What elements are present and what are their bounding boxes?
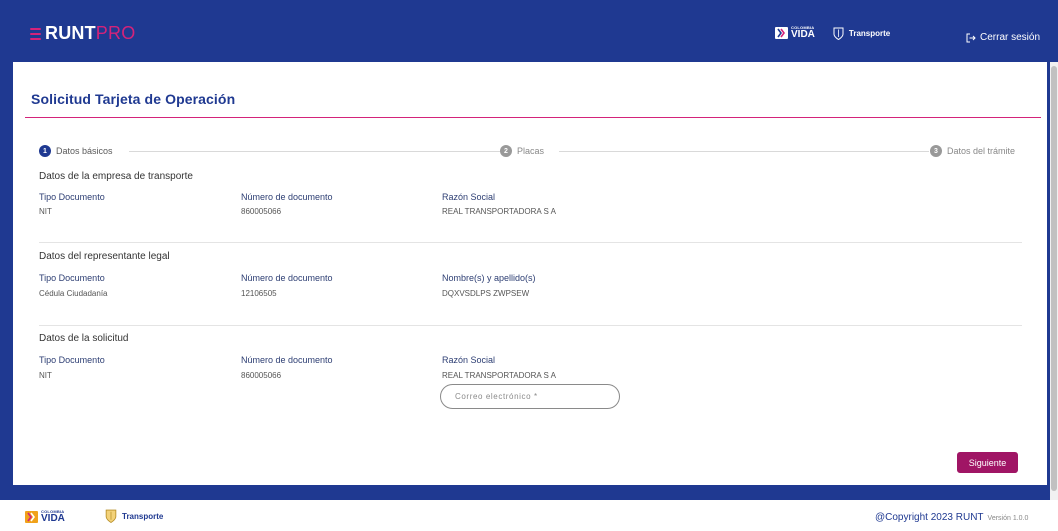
company-doc-number-label: Número de documento <box>241 192 333 202</box>
footer-ministry-logo: Transporte <box>105 509 163 523</box>
brand-accent: PRO <box>95 23 136 43</box>
req-doc-number-value: 860005066 <box>241 371 282 380</box>
section-title-request: Datos de la solicitud <box>39 333 129 344</box>
brand-name: RUNT <box>45 23 96 43</box>
coat-of-arms-icon <box>105 509 117 523</box>
req-doc-type-label: Tipo Documento <box>39 355 105 365</box>
step-number: 1 <box>39 145 51 157</box>
req-doc-number-label: Número de documento <box>241 355 333 365</box>
req-name-label: Razón Social <box>442 355 496 365</box>
section-title-company: Datos de la empresa de transporte <box>39 171 193 182</box>
top-navbar: RUNT PRO COLOMBIA VIDA Transporte Cerrar… <box>0 0 1058 62</box>
version-label: Versión 1.0.0 <box>987 515 1029 522</box>
vida-label: VIDA <box>41 513 65 524</box>
rep-doc-type-value: Cédula Ciudadanía <box>39 289 108 298</box>
logout-icon <box>966 33 976 42</box>
page-title: Solicitud Tarjeta de Operación <box>31 91 236 107</box>
footer-colombia-vida-logo: COLOMBIA VIDA <box>25 510 65 524</box>
company-name-value: REAL TRANSPORTADORA S A <box>442 207 556 216</box>
step-number: 2 <box>500 145 512 157</box>
step-datos-basicos[interactable]: 1 Datos básicos <box>39 145 113 157</box>
section-divider <box>39 242 1022 243</box>
vida-label: VIDA <box>791 29 815 40</box>
step-label: Datos del trámite <box>947 146 1016 156</box>
runtpro-logo[interactable]: RUNT PRO <box>30 23 135 44</box>
coat-of-arms-icon <box>833 27 844 40</box>
step-label: Datos básicos <box>56 146 113 156</box>
stepper: 1 Datos básicos 2 Placas 3 Datos del trá… <box>39 145 1031 159</box>
rep-doc-number-value: 12106505 <box>241 289 277 298</box>
section-divider <box>39 325 1022 326</box>
stepper-connector <box>559 151 929 152</box>
ministry-transport-logo: Transporte <box>833 27 890 40</box>
main-card: Solicitud Tarjeta de Operación 1 Datos b… <box>13 62 1047 485</box>
company-doc-type-label: Tipo Documento <box>39 192 105 202</box>
section-title-representative: Datos del representante legal <box>39 251 170 262</box>
copyright-label: @Copyright 2023 RUNT <box>875 512 984 523</box>
req-name-value: REAL TRANSPORTADORA S A <box>442 371 556 380</box>
rep-name-value: DQXVSDLPS ZWPSEW <box>442 289 530 298</box>
colombia-vida-logo: COLOMBIA VIDA <box>775 26 815 40</box>
rep-name-label: Nombre(s) y apellido(s) <box>442 273 536 283</box>
colombia-vida-mark-icon <box>25 511 38 523</box>
email-input[interactable] <box>440 384 620 409</box>
ministry-label: Transporte <box>122 511 164 521</box>
company-doc-number-value: 860005066 <box>241 207 282 216</box>
step-datos-del-tramite[interactable]: 3 Datos del trámite <box>930 145 1016 157</box>
copyright-text: @Copyright 2023 RUNT Versión 1.0.0 <box>875 512 1028 523</box>
logout-label: Cerrar sesión <box>980 32 1041 43</box>
stepper-connector <box>129 151 509 152</box>
step-label: Placas <box>517 146 545 156</box>
ministry-label: Transporte <box>848 28 891 38</box>
req-doc-type-value: NIT <box>39 371 52 380</box>
colombia-vida-mark-icon <box>775 27 788 39</box>
scrollbar-thumb[interactable] <box>1051 66 1057 491</box>
step-number: 3 <box>930 145 942 157</box>
rep-doc-type-label: Tipo Documento <box>39 273 105 283</box>
page-scrollbar[interactable] <box>1050 62 1058 500</box>
logout-button[interactable]: Cerrar sesión <box>966 32 1040 43</box>
title-divider <box>25 117 1041 118</box>
company-name-label: Razón Social <box>442 192 496 202</box>
next-button[interactable]: Siguiente <box>957 452 1018 473</box>
step-placas[interactable]: 2 Placas <box>500 145 545 157</box>
footer: COLOMBIA VIDA Transporte @Copyright 2023… <box>0 500 1058 531</box>
government-logos: COLOMBIA VIDA Transporte <box>775 26 890 40</box>
rep-doc-number-label: Número de documento <box>241 273 333 283</box>
company-doc-type-value: NIT <box>39 207 52 216</box>
menu-icon[interactable] <box>30 27 41 40</box>
